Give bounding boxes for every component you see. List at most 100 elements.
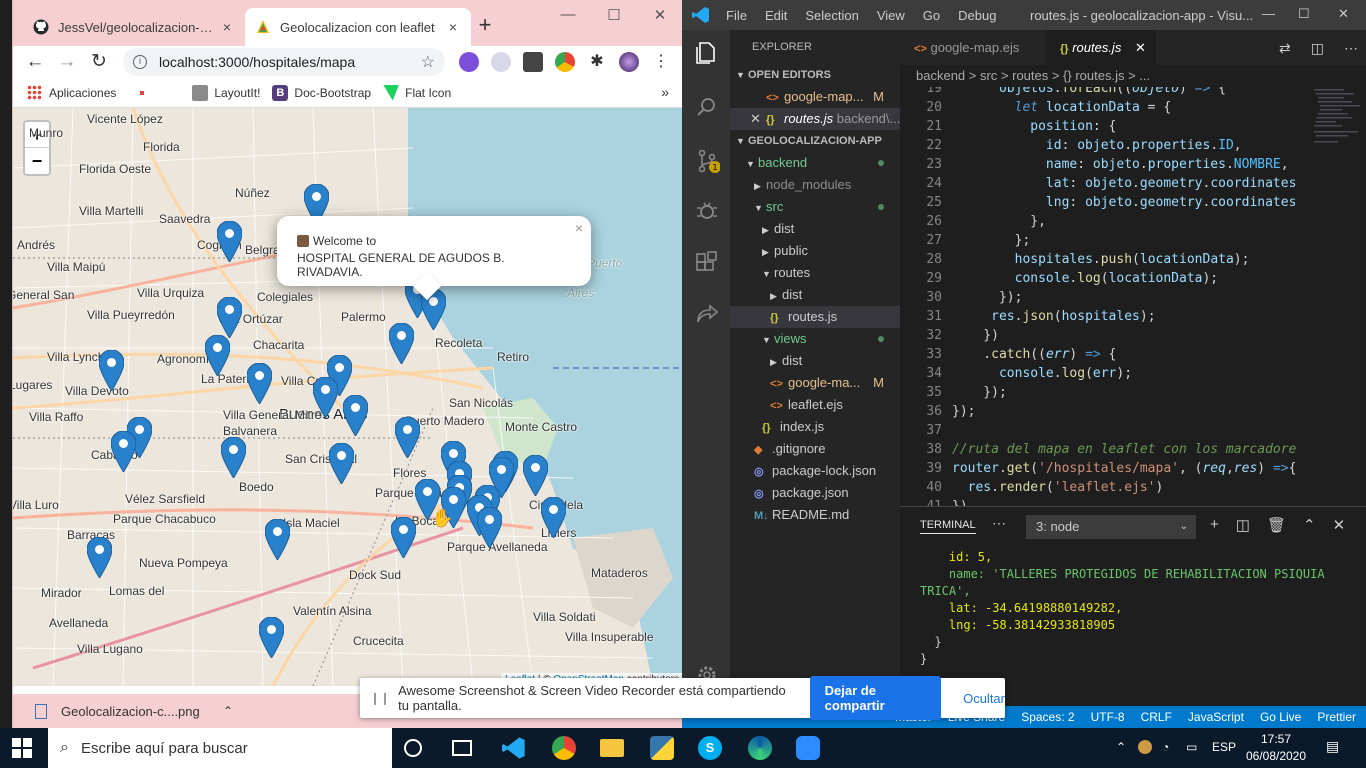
map-marker-icon[interactable]	[111, 431, 136, 472]
cortana-icon[interactable]	[404, 739, 422, 757]
extension-icon[interactable]	[459, 52, 479, 72]
add-terminal-icon[interactable]: +	[1210, 516, 1219, 534]
live-share-icon[interactable]	[694, 302, 720, 328]
status-item[interactable]: JavaScript	[1188, 710, 1244, 724]
menu-item[interactable]: Go	[923, 8, 940, 23]
close-window-icon[interactable]: ✕	[1338, 6, 1349, 22]
python-icon[interactable]	[650, 736, 674, 760]
status-item[interactable]: CRLF	[1141, 710, 1172, 724]
map-marker-icon[interactable]	[523, 455, 548, 496]
tab-github[interactable]: JessVel/geolocalizacion-hosp ×	[23, 8, 245, 46]
map-marker-icon[interactable]	[99, 350, 124, 391]
vscode-taskbar-icon[interactable]	[502, 736, 526, 760]
bookmark-flaticon[interactable]: Flat Icon	[383, 84, 451, 101]
extension-icon[interactable]	[523, 52, 543, 72]
tree-item[interactable]: ▼ views	[730, 328, 900, 350]
map-marker-icon[interactable]	[217, 297, 242, 338]
map-marker-icon[interactable]	[329, 443, 354, 484]
avatar[interactable]	[619, 52, 639, 72]
bookmark-doc-bootstrap[interactable]: B Doc-Bootstrap	[272, 84, 371, 101]
tab-leaflet[interactable]: Geolocalizacion con leaflet ×	[245, 8, 471, 46]
info-icon[interactable]: i	[133, 55, 147, 69]
map-marker-icon[interactable]	[477, 507, 502, 548]
map-marker-icon[interactable]	[221, 437, 246, 478]
reload-icon[interactable]: ↻	[87, 50, 111, 74]
status-item[interactable]: Spaces: 2	[1021, 710, 1074, 724]
stop-sharing-button[interactable]: Dejar de compartir	[809, 676, 942, 720]
leaflet-map[interactable]: + − Vicente López Munro Florida Florida Oes…	[13, 108, 683, 686]
project-header[interactable]: ▼ GEOLOCALIZACION-APP	[730, 130, 900, 152]
editor-tab-google-map[interactable]: <> google-map.ejs	[900, 30, 1046, 65]
tray-app-icon[interactable]	[1138, 740, 1152, 754]
skype-icon[interactable]: S	[698, 736, 722, 760]
menu-item[interactable]: File	[726, 8, 747, 23]
language-indicator[interactable]: ESP	[1212, 740, 1236, 754]
minimap[interactable]	[1312, 87, 1366, 177]
tree-item[interactable]: <> google-ma... M	[730, 372, 900, 394]
compare-icon[interactable]: ⇄	[1279, 40, 1291, 57]
tree-item[interactable]: ▼ routes	[730, 262, 900, 284]
debug-icon[interactable]	[694, 198, 720, 224]
close-icon[interactable]: ✕	[1135, 40, 1146, 55]
tree-item[interactable]: {} index.js	[730, 416, 900, 438]
map-marker-icon[interactable]	[343, 395, 368, 436]
chevron-up-icon[interactable]: ⌃	[223, 704, 233, 718]
tree-item[interactable]: ▼ src	[730, 196, 900, 218]
map-marker-icon[interactable]	[541, 497, 566, 538]
open-editors-header[interactable]: ▼ OPEN EDITORS	[730, 64, 900, 86]
maximize-icon[interactable]: ☐	[599, 6, 629, 24]
menu-item[interactable]: View	[877, 8, 905, 23]
breadcrumb[interactable]: backend > src > routes > {} routes.js > …	[900, 65, 1366, 87]
network-icon[interactable]: ◔	[1162, 740, 1169, 754]
status-item[interactable]: Prettier	[1317, 710, 1356, 724]
clock[interactable]: 17:57 06/08/2020	[1236, 731, 1316, 765]
menu-item[interactable]: Debug	[958, 8, 996, 23]
search-icon[interactable]	[694, 94, 720, 120]
more-actions-icon[interactable]: ⋯	[1344, 40, 1358, 57]
tab-close-icon[interactable]: ×	[445, 19, 461, 35]
map-marker-icon[interactable]	[217, 221, 242, 262]
menu-icon[interactable]: ⋮	[651, 52, 671, 72]
minimize-icon[interactable]: —	[1262, 6, 1275, 21]
map-marker-icon[interactable]	[205, 335, 230, 376]
extension-icon[interactable]	[491, 52, 511, 72]
menu-item[interactable]: Edit	[765, 8, 787, 23]
tree-item[interactable]: ▶ dist	[730, 218, 900, 240]
close-window-icon[interactable]: ✕	[645, 6, 675, 24]
address-bar[interactable]: i localhost:3000/hospitales/mapa ☆	[123, 48, 445, 76]
source-control-icon[interactable]: 1	[694, 148, 720, 174]
task-view-icon[interactable]	[452, 740, 472, 756]
bookmark-layoutit[interactable]: LayoutIt!	[192, 84, 260, 101]
tab-close-icon[interactable]: ×	[219, 19, 235, 35]
popup-close-icon[interactable]: ×	[575, 220, 583, 236]
file-explorer-icon[interactable]	[600, 739, 624, 757]
more-icon[interactable]: ⋯	[992, 515, 1006, 532]
maximize-panel-icon[interactable]: ⌃	[1303, 516, 1316, 534]
tree-item[interactable]: {} routes.js	[730, 306, 900, 328]
minimize-icon[interactable]: —	[553, 6, 583, 23]
map-marker-icon[interactable]	[265, 519, 290, 560]
new-tab-button[interactable]: +	[473, 14, 497, 38]
bookmark-star-icon[interactable]: ☆	[421, 52, 435, 72]
terminal-select[interactable]: 3: node ⌄	[1026, 515, 1196, 539]
menu-item[interactable]: Selection	[805, 8, 858, 23]
map-marker-icon[interactable]	[391, 517, 416, 558]
open-editor-routes[interactable]: ✕{} routes.js backend\...	[730, 108, 900, 130]
map-marker-icon[interactable]	[247, 363, 272, 404]
tree-item[interactable]: <> leaflet.ejs	[730, 394, 900, 416]
maximize-icon[interactable]: ☐	[1298, 6, 1310, 22]
tree-item[interactable]: ▶ dist	[730, 350, 900, 372]
split-terminal-icon[interactable]: ◫	[1236, 516, 1250, 534]
edge-icon[interactable]	[748, 736, 772, 760]
tree-item[interactable]: ◎ package-lock.json	[730, 460, 900, 482]
terminal-tab[interactable]: TERMINAL	[920, 519, 976, 534]
taskbar-search[interactable]: ⌕ Escribe aquí para buscar	[48, 728, 392, 768]
battery-icon[interactable]: ▭	[1186, 740, 1197, 754]
download-item[interactable]: Geolocalizacion-c....png ⌃	[23, 698, 233, 724]
back-icon[interactable]: ←	[23, 50, 47, 74]
tree-item[interactable]: ▶ dist	[730, 284, 900, 306]
zoom-out-button[interactable]: −	[25, 148, 49, 174]
tree-item[interactable]: ◎ package.json	[730, 482, 900, 504]
map-marker-icon[interactable]	[313, 377, 338, 418]
chevron-up-icon[interactable]: ⌃	[1116, 740, 1126, 754]
